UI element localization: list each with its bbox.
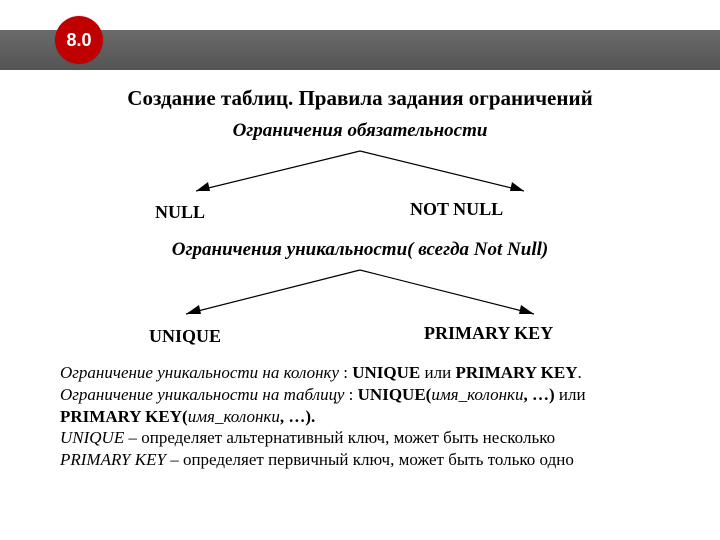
header-bar <box>0 30 720 70</box>
unique-heading: Ограничения уникальности( всегда Not Nul… <box>0 239 720 261</box>
leaf-not-null: NOT NULL <box>410 199 503 220</box>
body-l1b: : <box>339 363 352 382</box>
body-l1f: . <box>577 363 581 382</box>
body-l2b: : <box>344 385 357 404</box>
body-l1e: PRIMARY KEY <box>455 363 577 382</box>
version-badge: 8.0 <box>55 16 103 64</box>
mandatory-tree-icon <box>160 147 560 199</box>
body-l4a: UNIQUE <box>60 428 124 447</box>
header-label: SQL <box>134 10 165 27</box>
body-l4b: – определяет альтернативный ключ, может … <box>124 428 555 447</box>
version-text: 8.0 <box>66 30 91 51</box>
body-l2a: Ограничение уникальности на таблицу <box>60 385 344 404</box>
body-l2c: UNIQUE( <box>358 385 432 404</box>
mandatory-heading: Ограничения обязательности <box>0 120 720 142</box>
body-l1d: или <box>420 363 455 382</box>
leaf-unique: UNIQUE <box>149 326 221 347</box>
body-l1c: UNIQUE <box>352 363 420 382</box>
body-l3b: имя_колонки <box>188 407 280 426</box>
leaf-null: NULL <box>155 202 205 223</box>
slide-title: Создание таблиц. Правила задания огранич… <box>0 86 720 111</box>
unique-tree-icon <box>150 266 570 322</box>
body-l2d: имя_колонки <box>431 385 523 404</box>
leaf-primary-key: PRIMARY KEY <box>424 323 553 344</box>
body-l3c: , …). <box>280 407 315 426</box>
body-l3a: PRIMARY KEY( <box>60 407 188 426</box>
body-l1a: Ограничение уникальности на колонку <box>60 363 339 382</box>
body-l5b: – определяет первичный ключ, может быть … <box>166 450 574 469</box>
body-text: Ограничение уникальности на колонку : UN… <box>60 362 670 471</box>
body-l2e: , …) <box>523 385 554 404</box>
body-l5a: PRIMARY KEY <box>60 450 166 469</box>
body-l2f: или <box>555 385 586 404</box>
